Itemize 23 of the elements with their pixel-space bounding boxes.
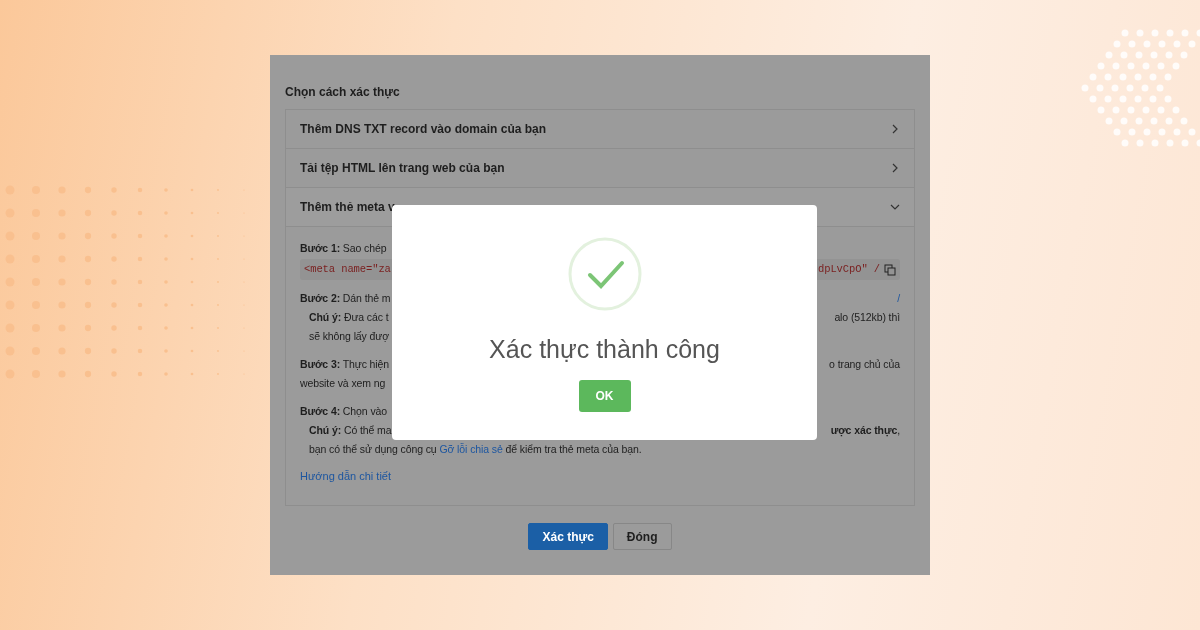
step-text: sẽ không lấy đượ: [309, 329, 390, 344]
verify-button[interactable]: Xác thực: [528, 523, 608, 550]
method-label: Thêm DNS TXT record vào domain của bạn: [300, 122, 547, 136]
method-item[interactable]: Thêm DNS TXT record vào domain của bạn: [286, 110, 914, 149]
step-text: Bước 4: Chọn vào: [300, 404, 387, 419]
meta-tag-code: dpLvCpO" /: [818, 262, 880, 277]
step-text: Chú ý: Đưa các t: [309, 310, 389, 325]
step-text: Bước 2: Dán thẻ m: [300, 291, 391, 306]
success-message: Xác thực thành công: [489, 335, 720, 364]
method-label: Tải tệp HTML lên trang web của bạn: [300, 161, 505, 175]
note-text: bạn có thể sử dụng công cụ Gỡ lỗi chia sẻ để kiểm tra thẻ meta của bạn.: [309, 442, 642, 457]
step-text: Bước 3: Thực hiện: [300, 357, 390, 372]
step-text: o trang chủ của: [829, 357, 900, 372]
meta-tag-code: <meta name="za: [304, 262, 391, 277]
step-text: ược xác thực,: [830, 423, 900, 439]
step-text: website và xem ng: [300, 376, 386, 391]
step-text: Bước 1: Sao chép: [300, 241, 387, 256]
copy-icon[interactable]: [884, 263, 896, 276]
step-text: Chú ý: Có thể ma: [309, 423, 392, 438]
success-check-icon: [567, 237, 642, 311]
dialog-heading: Chọn cách xác thực: [285, 85, 400, 99]
close-button[interactable]: Đóng: [612, 523, 672, 550]
step-text: alo (512kb) thì: [834, 310, 900, 325]
